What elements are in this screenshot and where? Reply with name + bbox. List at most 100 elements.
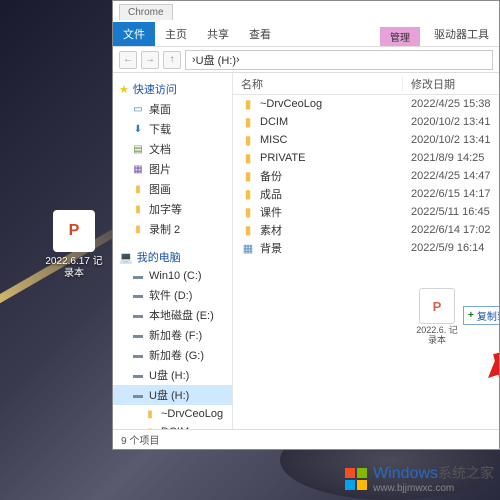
file-date: 2022/4/25 15:38 xyxy=(403,98,499,110)
sidebar-item-label: ~DrvCeoLog xyxy=(161,408,223,420)
folder-icon: ▮ xyxy=(241,169,255,183)
sidebar-quick-access[interactable]: ★ 快速访问 xyxy=(113,79,232,99)
file-explorer-window: Chrome 文件 主页 共享 查看 管理 驱动器工具 ← → ↑ › U盘 (… xyxy=(112,0,500,450)
file-date: 2022/5/9 16:14 xyxy=(403,242,499,254)
sidebar-item[interactable]: ▮加字等 xyxy=(113,199,232,219)
folder-icon: ▮ xyxy=(241,205,255,219)
powerpoint-icon: P xyxy=(419,288,455,324)
file-name: 素材 xyxy=(260,222,282,238)
drag-ghost-label: 2022.6. 记录本 xyxy=(413,326,461,346)
breadcrumb[interactable]: › U盘 (H:) › xyxy=(185,50,493,70)
file-name: 课件 xyxy=(260,204,282,220)
sidebar-item-label: 加字等 xyxy=(149,201,182,217)
drive-icon: ▬ xyxy=(131,269,145,283)
file-row[interactable]: ▮备份2022/4/25 14:47 xyxy=(233,167,499,185)
sidebar-item-label: U盘 (H:) xyxy=(149,367,189,383)
column-headers[interactable]: 名称 修改日期 xyxy=(233,73,499,95)
file-name: 成品 xyxy=(260,186,282,202)
drive-icon: ▬ xyxy=(131,348,145,362)
windows-logo-icon xyxy=(345,468,367,490)
file-row[interactable]: ▮ PRIVATE 2021/8/9 14:25 xyxy=(233,149,499,167)
sidebar-item[interactable]: ▦ 图片 xyxy=(113,159,232,179)
desktop-file-label: 2022.6.17 记录本 xyxy=(44,256,104,280)
file-row[interactable]: ▮MISC2020/10/2 13:41 xyxy=(233,131,499,149)
file-date: 2022/6/15 14:17 xyxy=(403,188,499,200)
nav-forward-button[interactable]: → xyxy=(141,51,159,69)
drop-tooltip-text: 复制到 U盘 (H:) xyxy=(477,308,499,323)
ribbon-tab-share[interactable]: 共享 xyxy=(197,22,239,46)
img-icon: ▦ xyxy=(131,162,145,176)
folder-icon: ▮ xyxy=(241,133,255,147)
sidebar-item-label: 桌面 xyxy=(149,101,171,117)
ribbon-tab-view[interactable]: 查看 xyxy=(239,22,281,46)
folder-icon: ▮ xyxy=(131,182,145,196)
file-date: 2020/10/2 13:41 xyxy=(403,134,499,146)
sidebar-drive-item[interactable]: ▬U盘 (H:) xyxy=(113,385,232,405)
sidebar-drive-item[interactable]: ▬ U盘 (H:) xyxy=(113,365,232,385)
sidebar-drive-item[interactable]: ▬新加卷 (G:) xyxy=(113,345,232,365)
nav-back-button[interactable]: ← xyxy=(119,51,137,69)
sidebar-drive-item[interactable]: ▬ 本地磁盘 (E:) xyxy=(113,305,232,325)
file-date: 2021/8/9 14:25 xyxy=(403,152,499,164)
ribbon-drive-tools-tab[interactable]: 驱动器工具 xyxy=(424,22,499,46)
sidebar-item[interactable]: ▤ 文档 xyxy=(113,139,232,159)
sidebar-item-label: 下载 xyxy=(149,121,171,137)
drive-icon: ▬ xyxy=(131,328,145,342)
file-row[interactable]: ▦背景2022/5/9 16:14 xyxy=(233,239,499,257)
doc-icon: ▤ xyxy=(131,142,145,156)
sidebar-item[interactable]: ▮录制 2 xyxy=(113,219,232,239)
desktop-file-icon[interactable]: P 2022.6.17 记录本 xyxy=(44,210,104,280)
drive-icon: ▬ xyxy=(131,388,145,402)
plus-icon: + xyxy=(468,310,474,321)
img-icon: ▦ xyxy=(241,241,255,255)
sidebar-item-label: 图片 xyxy=(149,161,171,177)
sidebar-item-label: 新加卷 (F:) xyxy=(149,327,202,343)
sidebar-item-label: 本地磁盘 (E:) xyxy=(149,307,214,323)
sidebar-this-pc[interactable]: 💻 我的电脑 xyxy=(113,247,232,267)
star-icon: ★ xyxy=(119,83,129,96)
drive-icon: ▬ xyxy=(131,308,145,322)
sidebar-drive-item[interactable]: ▬ 新加卷 (F:) xyxy=(113,325,232,345)
drag-ghost: P 2022.6. 记录本 xyxy=(413,288,461,346)
titlebar[interactable]: Chrome xyxy=(113,1,499,23)
title-tab: Chrome xyxy=(119,4,173,20)
sidebar-subfolder[interactable]: ▮~DrvCeoLog xyxy=(113,405,232,423)
powerpoint-icon: P xyxy=(53,210,95,252)
ribbon-contextual-group: 管理 xyxy=(380,27,420,46)
breadcrumb-current[interactable]: U盘 (H:) xyxy=(196,52,236,68)
folder-icon: ▮ xyxy=(241,187,255,201)
file-name: PRIVATE xyxy=(260,152,305,164)
column-name[interactable]: 名称 xyxy=(233,76,403,92)
ribbon-tab-home[interactable]: 主页 xyxy=(155,22,197,46)
nav-up-button[interactable]: ↑ xyxy=(163,51,181,69)
sidebar-item[interactable]: ▭桌面 xyxy=(113,99,232,119)
file-row[interactable]: ▮DCIM2020/10/2 13:41 xyxy=(233,113,499,131)
sidebar-item-label: Win10 (C:) xyxy=(149,270,202,282)
sidebar-drive-item[interactable]: ▬ Win10 (C:) xyxy=(113,267,232,285)
ribbon-file-tab[interactable]: 文件 xyxy=(113,22,155,46)
file-list[interactable]: ▮~DrvCeoLog2022/4/25 15:38▮DCIM2020/10/2… xyxy=(233,95,499,429)
file-date: 2022/5/11 16:45 xyxy=(403,206,499,218)
sidebar-item[interactable]: ▮图画 xyxy=(113,179,232,199)
file-row[interactable]: ▮ ~DrvCeoLog 2022/4/25 15:38 xyxy=(233,95,499,113)
pc-icon: 💻 xyxy=(119,251,133,264)
sidebar-drive-item[interactable]: ▬软件 (D:) xyxy=(113,285,232,305)
sidebar-item[interactable]: ⬇下载 xyxy=(113,119,232,139)
folder-icon: ▮ xyxy=(241,97,255,111)
ribbon: 文件 主页 共享 查看 管理 驱动器工具 xyxy=(113,23,499,47)
file-row[interactable]: ▮ 成品 2022/6/15 14:17 xyxy=(233,185,499,203)
file-row[interactable]: ▮ 课件 2022/5/11 16:45 xyxy=(233,203,499,221)
folder-icon: ▮ xyxy=(241,151,255,165)
watermark: Windows系统之家 www.bjjmwxc.com xyxy=(345,463,494,494)
explorer-body: ★ 快速访问 ▭桌面⬇下载▤文档▦图片▮图画▮加字等▮录制 2 💻 我的电脑 ▬… xyxy=(113,73,499,429)
navigation-pane[interactable]: ★ 快速访问 ▭桌面⬇下载▤文档▦图片▮图画▮加字等▮录制 2 💻 我的电脑 ▬… xyxy=(113,73,233,429)
file-name: DCIM xyxy=(260,116,288,128)
drop-tooltip: + 复制到 U盘 (H:) xyxy=(463,306,499,325)
sidebar-item-label: 文档 xyxy=(149,141,171,157)
breadcrumb-sep: › xyxy=(236,54,240,66)
column-date[interactable]: 修改日期 xyxy=(403,76,499,92)
drive-icon: ▬ xyxy=(131,368,145,382)
sidebar-item-label: 软件 (D:) xyxy=(149,287,192,303)
file-row[interactable]: ▮素材2022/6/14 17:02 xyxy=(233,221,499,239)
file-name: ~DrvCeoLog xyxy=(260,98,322,110)
